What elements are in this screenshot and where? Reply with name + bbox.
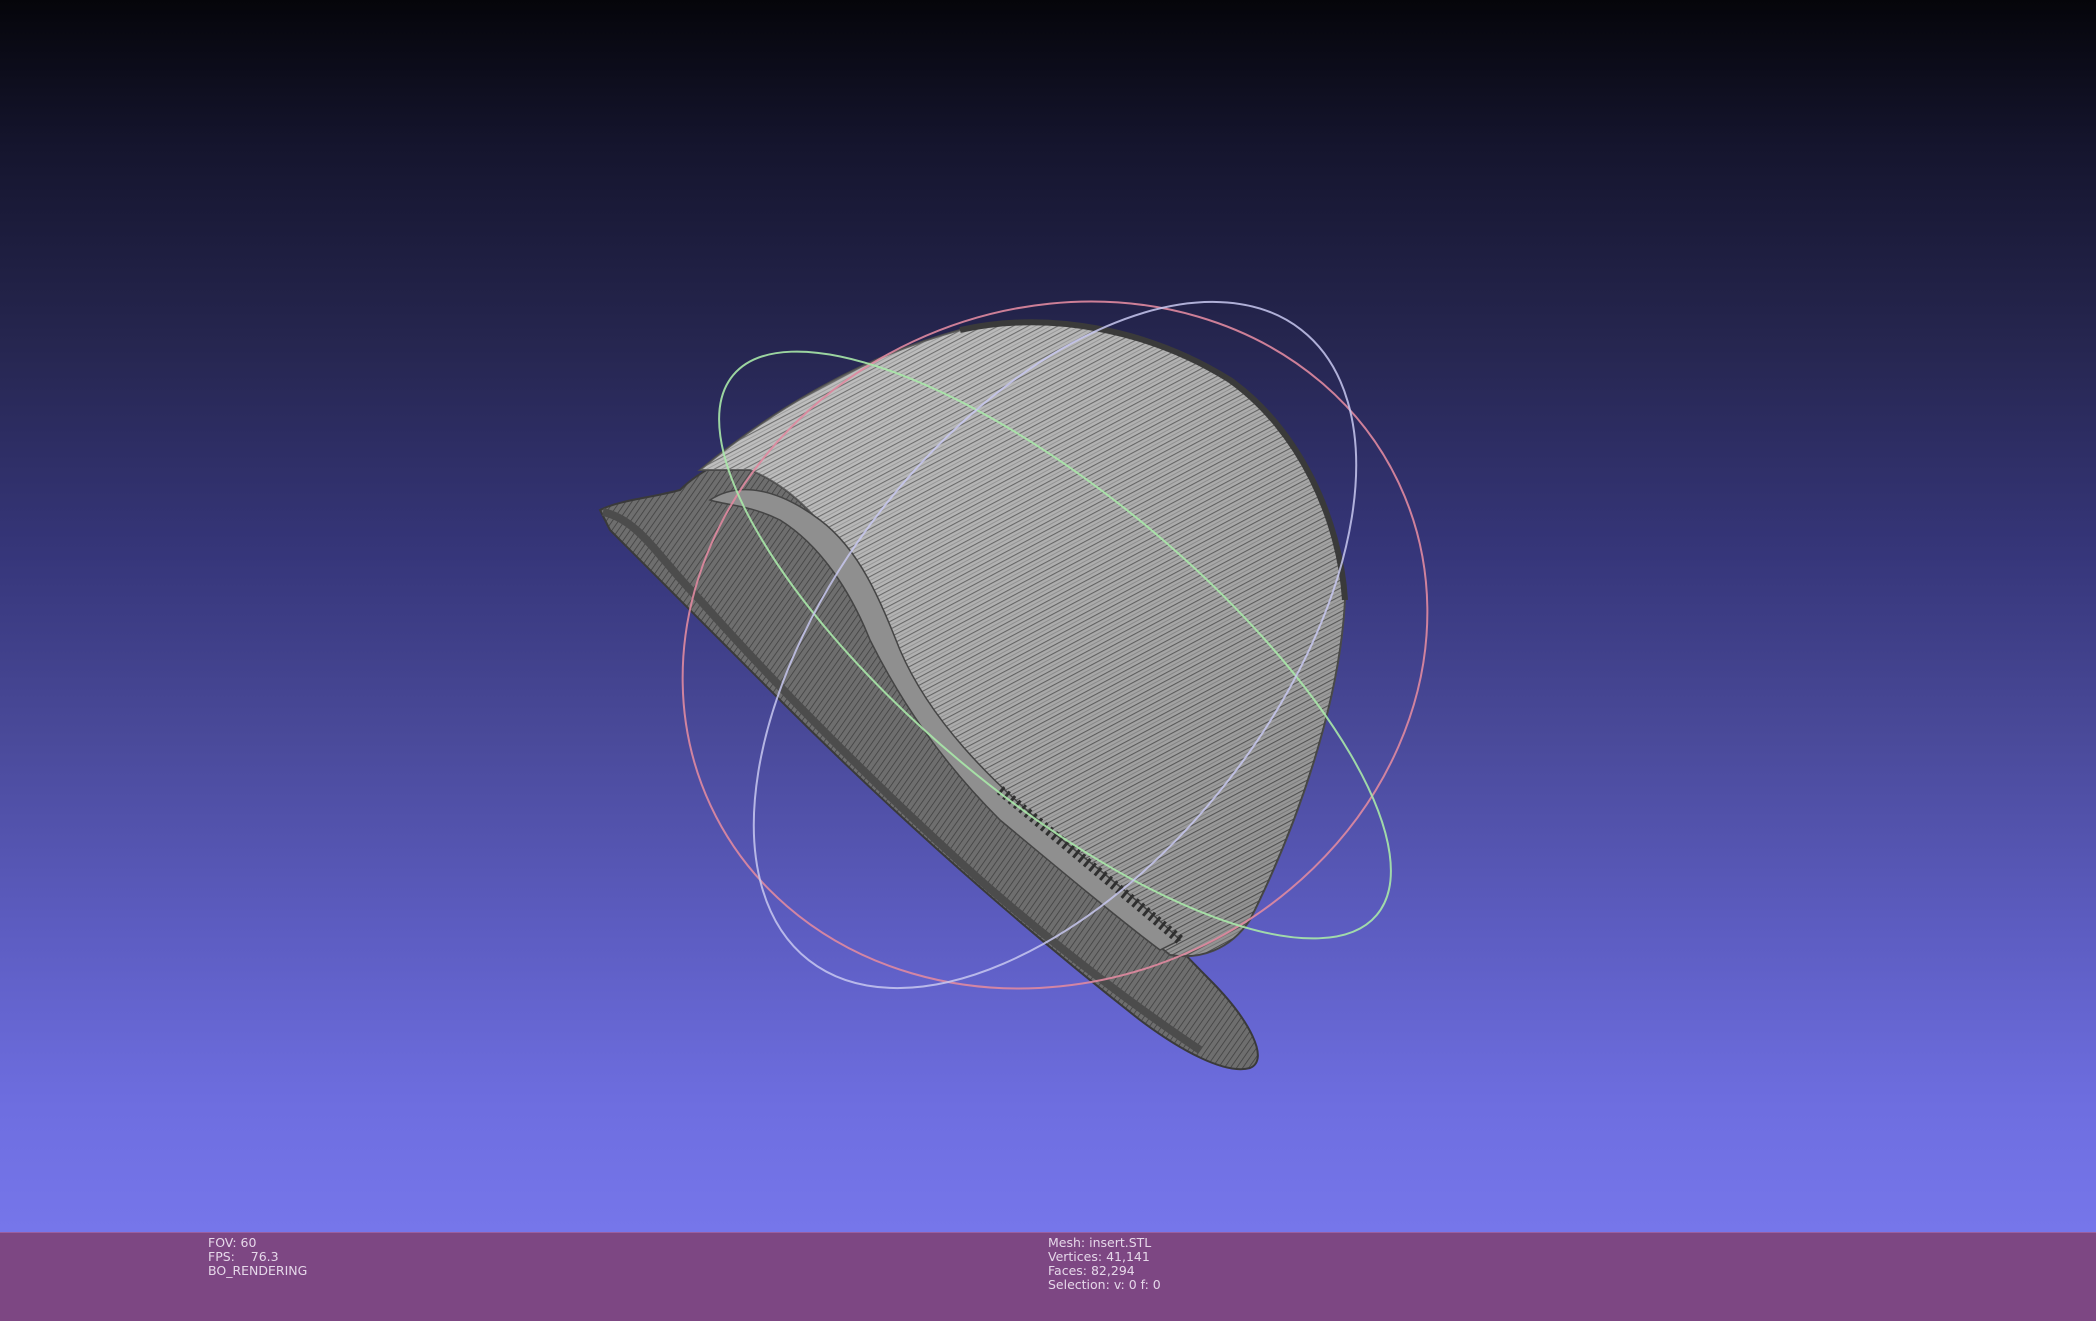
mesh-info: Mesh: insert.STL Vertices: 41,141 Faces:… — [1048, 1236, 1161, 1292]
render-info: FOV: 60 FPS: 76.3 BO_RENDERING — [208, 1236, 307, 1278]
scene-canvas[interactable] — [0, 0, 2096, 1232]
vertices-readout: Vertices: 41,141 — [1048, 1249, 1150, 1264]
render-mode: BO_RENDERING — [208, 1263, 308, 1278]
mesh-name-readout: Mesh: insert.STL — [1048, 1235, 1152, 1250]
fps-readout: FPS: 76.3 — [208, 1249, 279, 1264]
faces-readout: Faces: 82,294 — [1048, 1263, 1135, 1278]
fov-readout: FOV: 60 — [208, 1235, 257, 1250]
mesh-model[interactable] — [598, 319, 1348, 1071]
selection-readout: Selection: v: 0 f: 0 — [1048, 1277, 1161, 1292]
3d-viewport[interactable] — [0, 0, 2096, 1232]
